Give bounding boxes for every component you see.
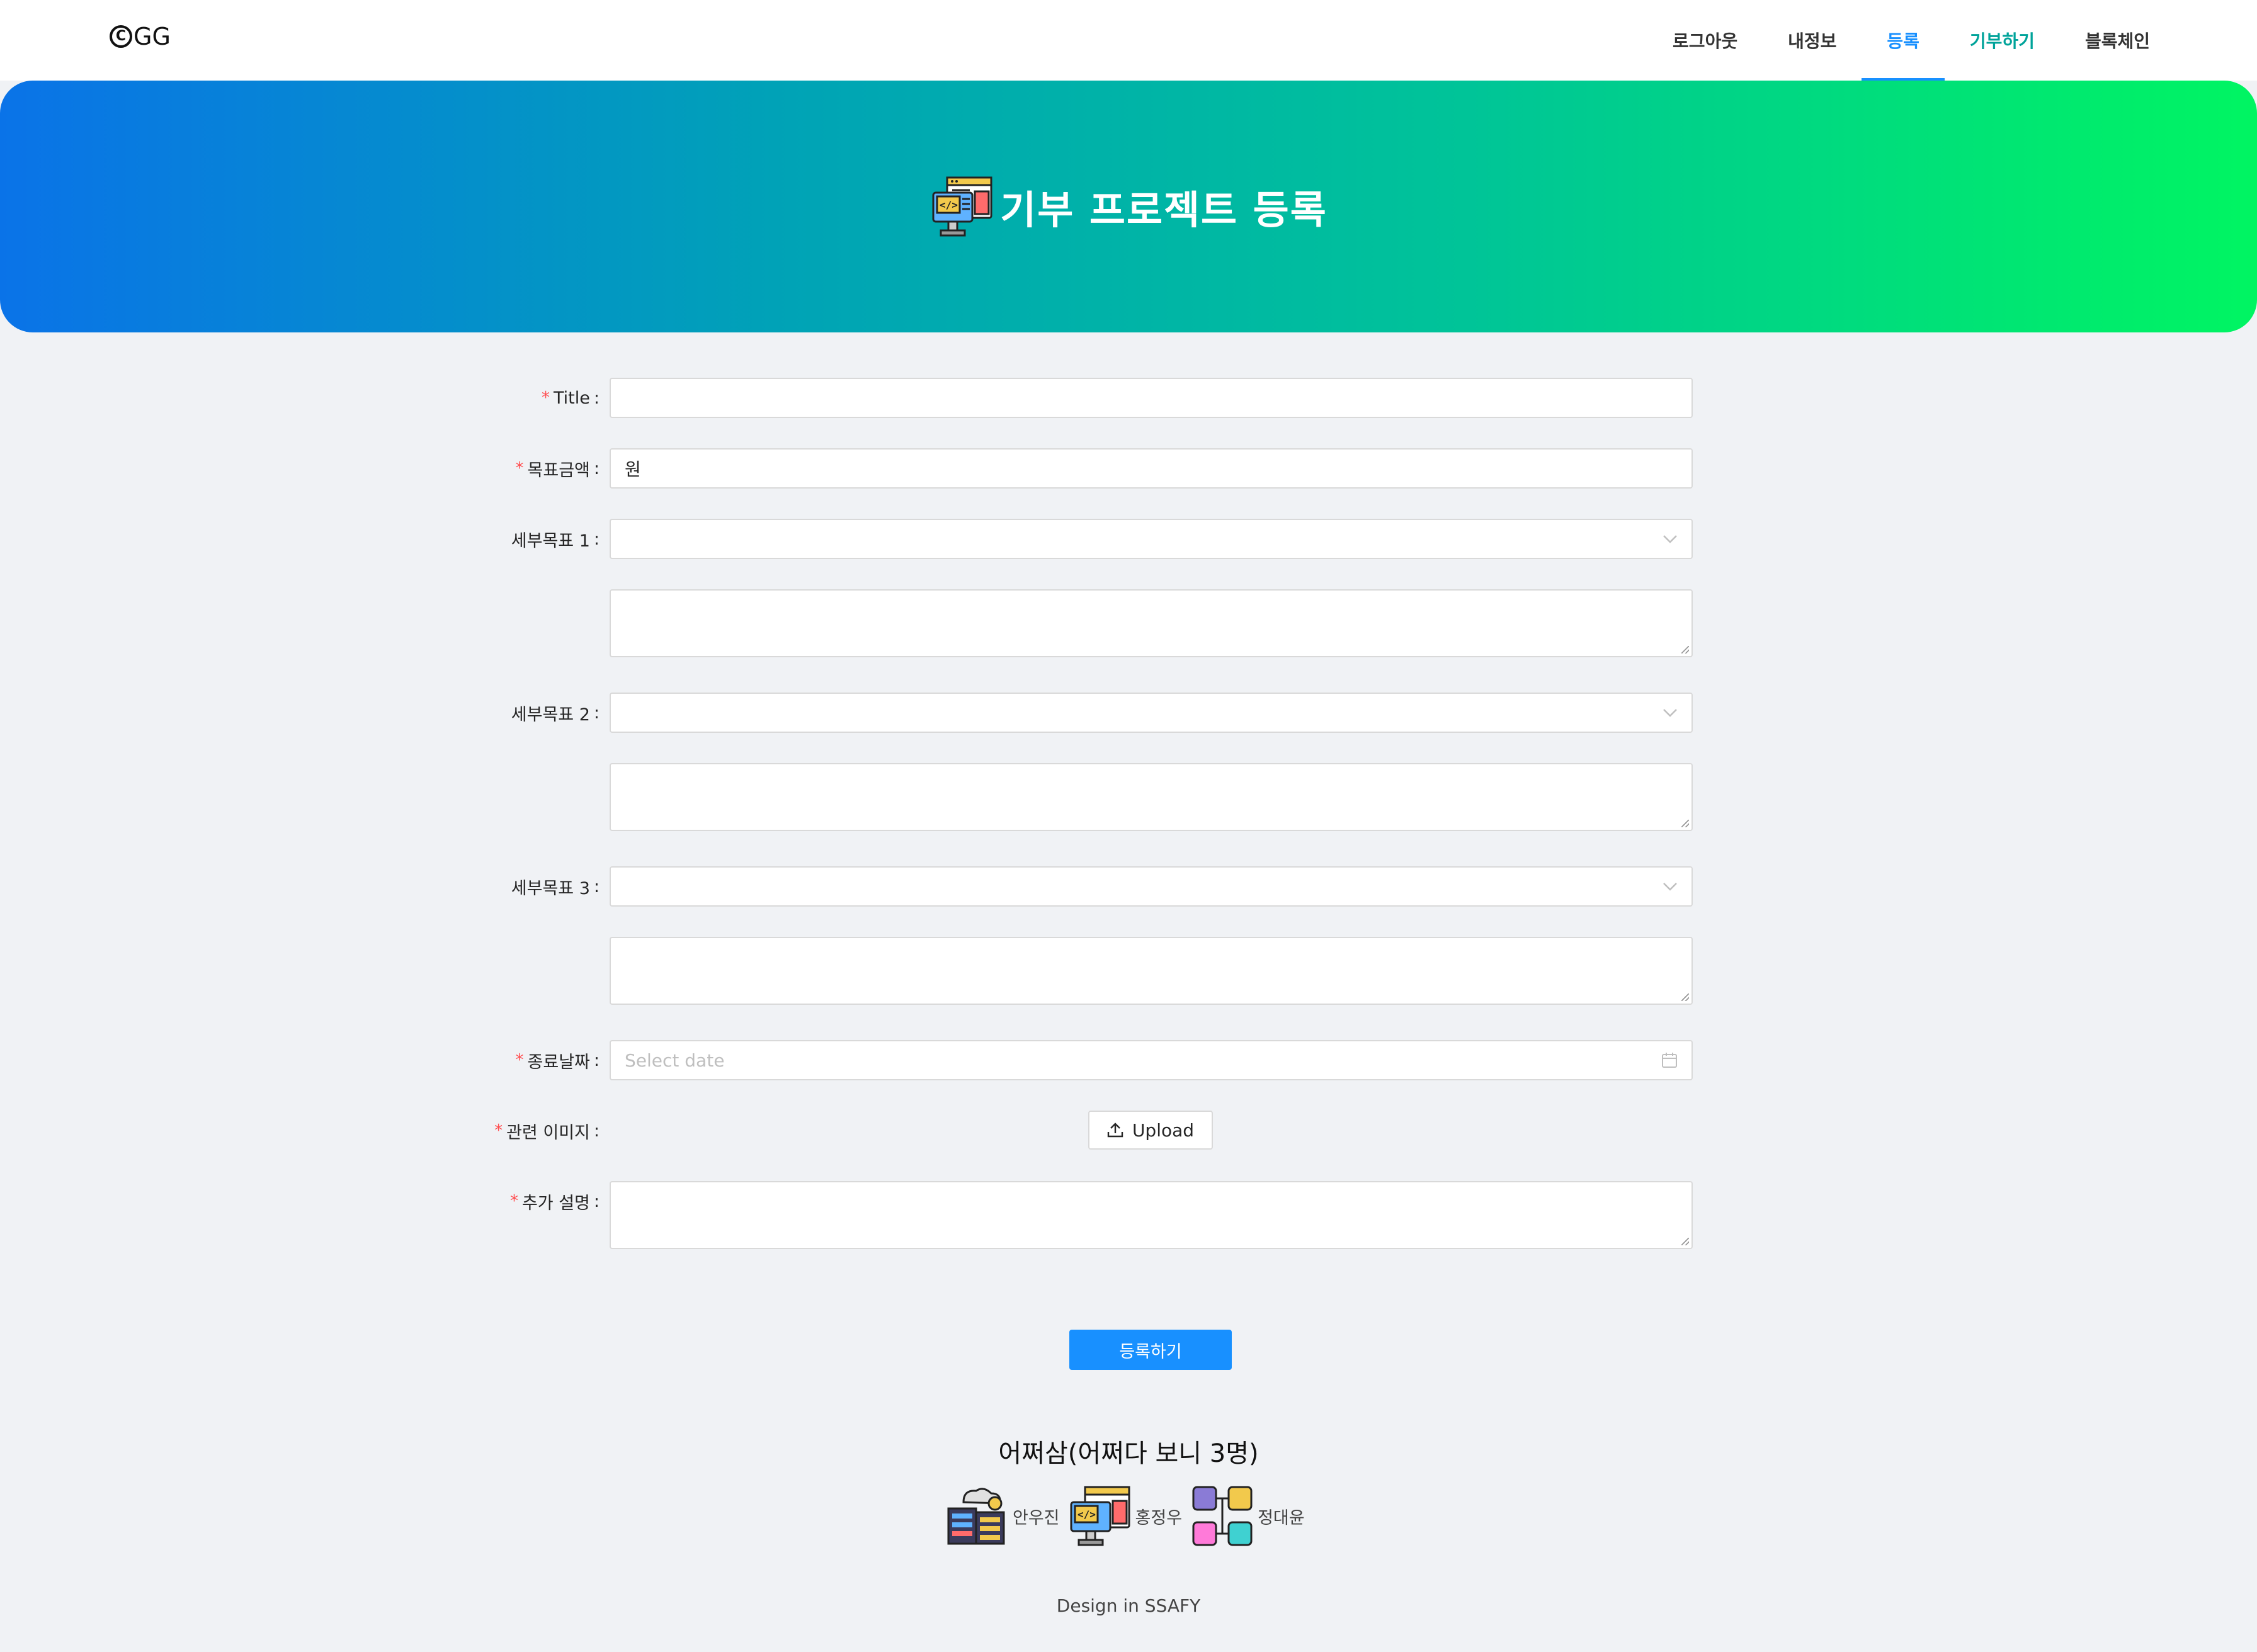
goal-amount-input[interactable]: 원 (610, 448, 1693, 489)
sub-goal-3-description[interactable] (610, 937, 1693, 1005)
required-mark: * (509, 1192, 518, 1211)
goal-amount-label: * 목표금액: (515, 458, 600, 480)
sub-goal-2-label: 세부목표 2: (511, 703, 600, 725)
team-title: 어쩌삼(어쩌다 보니 3명) (998, 1439, 1259, 1468)
logo-text: GG (134, 23, 171, 50)
svg-text:</>: </> (1077, 1508, 1096, 1520)
nav-logout[interactable]: 로그아웃 (1647, 0, 1763, 81)
nav-donate[interactable]: 기부하기 (1945, 0, 2060, 81)
sub-goal-1-select[interactable] (610, 519, 1693, 559)
submit-button[interactable]: 등록하기 (1069, 1330, 1232, 1370)
member-name: 정대윤 (1258, 1508, 1305, 1528)
member-name: 홍정우 (1135, 1508, 1183, 1528)
page-title: 기부 프로젝트 등록 (1000, 187, 1327, 233)
footer-text: Design in SSAFY (1056, 1595, 1201, 1616)
nav-register[interactable]: 등록 (1862, 0, 1945, 81)
logo[interactable]: C GG (110, 20, 171, 53)
currency-prefix: 원 (625, 459, 641, 480)
end-date-label: * 종료날짜: (515, 1050, 600, 1072)
sub-goal-2-description[interactable] (610, 763, 1693, 831)
image-label: * 관련 이미지: (494, 1121, 600, 1143)
required-mark: * (515, 1051, 524, 1070)
main-nav: 로그아웃 내정보 등록 기부하기 블록체인 (1647, 0, 2175, 81)
required-mark: * (542, 388, 550, 407)
extra-description-label: * 추가 설명: (509, 1191, 600, 1213)
calendar-icon (1662, 1053, 1677, 1068)
upload-icon (1107, 1123, 1123, 1138)
team-members: 안우진 </> 홍정우 정대윤 (945, 1483, 1312, 1549)
copyright-icon: C (110, 25, 132, 48)
sub-goal-2-select[interactable] (610, 693, 1693, 733)
nav-my-info[interactable]: 내정보 (1763, 0, 1862, 81)
network-blocks-icon (1192, 1486, 1253, 1546)
cloud-server-icon (947, 1488, 1005, 1545)
sub-goal-3-select[interactable] (610, 866, 1693, 907)
sub-goal-3-label: 세부목표 3: (511, 876, 600, 898)
title-input[interactable] (610, 378, 1693, 418)
team-member: 정대윤 (1190, 1483, 1305, 1549)
sub-goal-1-description[interactable] (610, 589, 1693, 657)
upload-button[interactable]: Upload (1088, 1111, 1213, 1150)
chevron-down-icon (1663, 535, 1677, 543)
svg-text:</>: </> (940, 199, 958, 211)
required-mark: * (515, 459, 524, 478)
team-member: 안우진 (945, 1483, 1060, 1549)
title-label: * Title: (542, 388, 600, 408)
extra-description-textarea[interactable] (610, 1181, 1693, 1249)
required-mark: * (494, 1121, 503, 1140)
end-date-picker[interactable]: Select date (610, 1040, 1693, 1080)
code-monitor-icon: </> (932, 176, 992, 237)
top-navigation-bar: C GG 로그아웃 내정보 등록 기부하기 블록체인 (0, 0, 2257, 81)
chevron-down-icon (1663, 883, 1677, 891)
date-placeholder: Select date (625, 1049, 725, 1071)
page-banner: </> 기부 프로젝트 등록 (0, 81, 2257, 332)
code-monitor-icon: </> (1070, 1486, 1130, 1546)
member-name: 안우진 (1013, 1508, 1060, 1528)
nav-blockchain[interactable]: 블록체인 (2060, 0, 2175, 81)
sub-goal-1-label: 세부목표 1: (511, 529, 600, 551)
team-member: </> 홍정우 (1067, 1483, 1183, 1549)
chevron-down-icon (1663, 709, 1677, 717)
